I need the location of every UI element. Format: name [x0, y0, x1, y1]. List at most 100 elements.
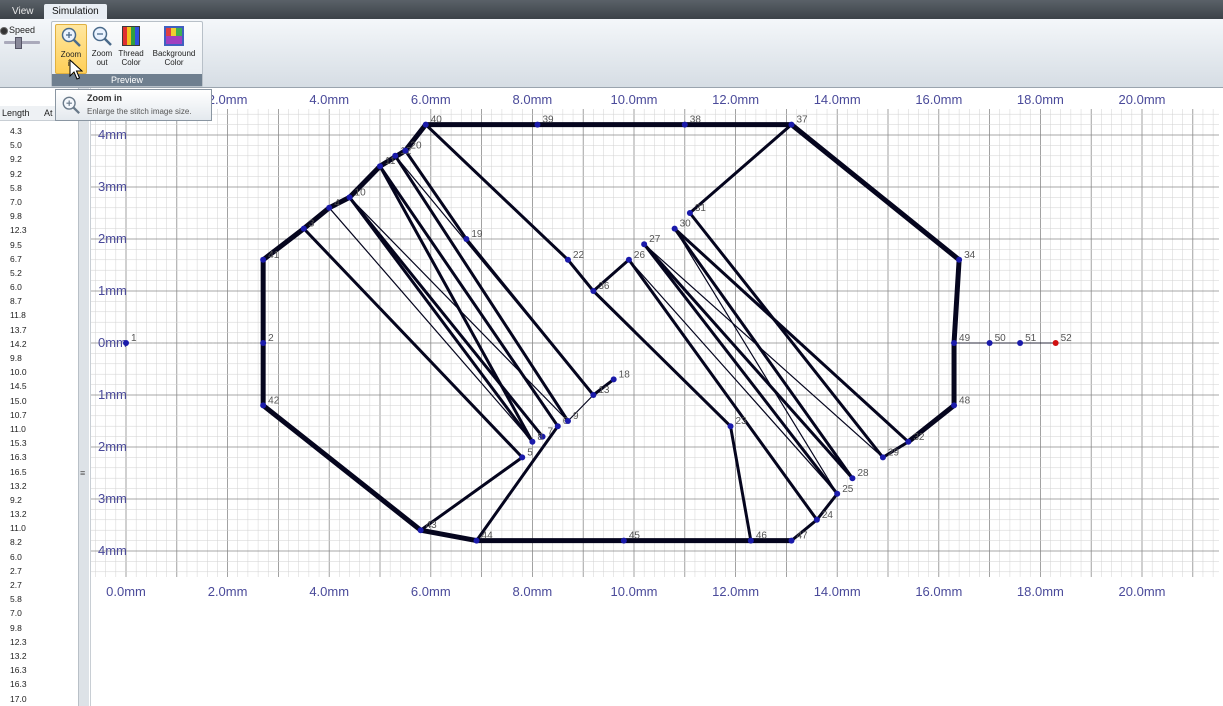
length-row[interactable]: 2.7 — [0, 564, 40, 578]
length-row[interactable]: 14.2 — [0, 337, 40, 351]
length-row[interactable]: 15.0 — [0, 394, 40, 408]
stitch-point-label: 42 — [268, 395, 280, 406]
y-axis-tick-label: 3mm — [98, 179, 127, 194]
stitch-point — [905, 438, 912, 445]
y-axis-tick-label: 1mm — [98, 387, 127, 402]
length-row[interactable]: 9.8 — [0, 209, 40, 223]
stitch-point — [813, 516, 820, 523]
stitch-point — [788, 537, 795, 544]
length-row[interactable]: 7.0 — [0, 195, 40, 209]
y-axis-tick-label: 1mm — [98, 283, 127, 298]
length-row[interactable]: 13.2 — [0, 649, 40, 663]
length-row[interactable]: 13.2 — [0, 507, 40, 521]
stitch-point-label: 23 — [736, 416, 748, 427]
x-axis-tick-label-bottom: 20.0mm — [1119, 584, 1166, 599]
length-row[interactable]: 8.7 — [0, 294, 40, 308]
speed-slider[interactable] — [4, 41, 40, 44]
x-axis-tick-label-bottom: 10.0mm — [611, 584, 658, 599]
stitch-point-label: 25 — [842, 484, 854, 495]
x-axis-tick-label-top: 2.0mm — [208, 92, 248, 107]
background-color-button[interactable]: Background Color — [148, 24, 200, 72]
length-row[interactable]: 9.8 — [0, 621, 40, 635]
length-list: 4.3 5.0 9.2 9.2 5.8 7.0 9.8 12.3 9.5 6.7 5.2 6.0 8.7… — [0, 124, 40, 706]
length-row[interactable]: 7.0 — [0, 606, 40, 620]
stitch-point-label: 10 — [355, 187, 367, 198]
x-axis-tick-label-bottom: 2.0mm — [208, 584, 248, 599]
stitch-point — [260, 340, 267, 346]
thread-color-label-2: Color — [121, 58, 141, 67]
speed-slider-thumb[interactable] — [15, 37, 22, 49]
length-row[interactable]: 11.0 — [0, 521, 40, 535]
length-row[interactable]: 16.5 — [0, 465, 40, 479]
speed-radio[interactable] — [0, 27, 8, 35]
tab-view[interactable]: View — [4, 4, 42, 19]
stitch-canvas-svg[interactable]: 0.0mm0.0mm2.0mm2.0mm4.0mm4.0mm6.0mm6.0mm… — [91, 88, 1223, 706]
length-row[interactable]: 11.8 — [0, 308, 40, 322]
length-row[interactable]: 2.7 — [0, 578, 40, 592]
x-axis-tick-label-bottom: 14.0mm — [814, 584, 861, 599]
length-row[interactable]: 13.2 — [0, 479, 40, 493]
background-color-label-1: Background — [152, 49, 196, 58]
length-row[interactable]: 4.3 — [0, 124, 40, 138]
length-row[interactable]: 15.3 — [0, 436, 40, 450]
stitch-point — [610, 376, 617, 383]
stitch-point — [681, 121, 688, 128]
length-row[interactable]: 9.2 — [0, 167, 40, 181]
tab-simulation[interactable]: Simulation — [44, 4, 107, 19]
length-row[interactable]: 9.5 — [0, 238, 40, 252]
stitch-point — [300, 225, 307, 232]
length-row[interactable]: 9.2 — [0, 152, 40, 166]
length-row[interactable]: 5.0 — [0, 138, 40, 152]
stitch-point — [402, 147, 409, 154]
thread-color-button[interactable]: Thread Color — [116, 24, 146, 72]
x-axis-tick-label-top: 14.0mm — [814, 92, 861, 107]
stitch-point — [727, 423, 734, 430]
length-row[interactable]: 6.0 — [0, 550, 40, 564]
stitch-point — [747, 537, 754, 544]
length-row[interactable]: 8.2 — [0, 535, 40, 549]
stitch-point — [346, 194, 353, 201]
length-row[interactable]: 9.2 — [0, 493, 40, 507]
stitch-point-label: 36 — [598, 281, 610, 292]
length-row[interactable]: 17.0 — [0, 692, 40, 706]
x-axis-tick-label-bottom: 6.0mm — [411, 584, 451, 599]
length-row[interactable]: 10.7 — [0, 408, 40, 422]
column-header-attribute[interactable]: At — [44, 108, 53, 118]
length-row[interactable]: 5.8 — [0, 181, 40, 195]
x-axis-tick-label-bottom: 8.0mm — [513, 584, 553, 599]
zoom-out-button[interactable]: Zoom out — [87, 24, 117, 72]
length-row[interactable]: 5.2 — [0, 266, 40, 280]
length-row[interactable]: 9.8 — [0, 351, 40, 365]
stitch-segment — [591, 289, 733, 428]
length-row[interactable]: 10.0 — [0, 365, 40, 379]
length-row[interactable]: 6.0 — [0, 280, 40, 294]
length-row[interactable]: 12.3 — [0, 223, 40, 237]
stitch-segment — [643, 243, 884, 458]
length-row[interactable]: 16.3 — [0, 677, 40, 691]
panel-splitter[interactable]: ≡ — [78, 88, 89, 706]
speed-label: Speed — [9, 25, 36, 35]
length-row[interactable]: 6.7 — [0, 252, 40, 266]
stitch-preview-canvas[interactable]: 0.0mm0.0mm2.0mm2.0mm4.0mm4.0mm6.0mm6.0mm… — [91, 88, 1223, 706]
length-row[interactable]: 16.3 — [0, 663, 40, 677]
stitch-point — [564, 256, 571, 263]
y-axis-tick-label: 4mm — [98, 127, 127, 142]
stitch-point — [951, 340, 958, 346]
length-row[interactable]: 13.7 — [0, 323, 40, 337]
y-axis-tick-label: 0mm — [98, 335, 127, 350]
background-color-label-2: Color — [164, 58, 184, 67]
length-row[interactable]: 16.3 — [0, 450, 40, 464]
length-row[interactable]: 12.3 — [0, 635, 40, 649]
length-row[interactable]: 14.5 — [0, 379, 40, 393]
length-row[interactable]: 5.8 — [0, 592, 40, 606]
length-row[interactable]: 11.0 — [0, 422, 40, 436]
stitch-point — [519, 454, 526, 461]
stitch-point — [834, 490, 841, 497]
stitch-point-label: 22 — [573, 250, 585, 261]
x-axis-tick-label-top: 20.0mm — [1119, 92, 1166, 107]
column-header-length[interactable]: Length — [2, 108, 30, 118]
stitch-point — [534, 121, 541, 128]
splitter-grip-icon[interactable]: ≡ — [80, 468, 85, 478]
stitch-segment — [729, 424, 753, 543]
y-axis-tick-label: 3mm — [98, 491, 127, 506]
